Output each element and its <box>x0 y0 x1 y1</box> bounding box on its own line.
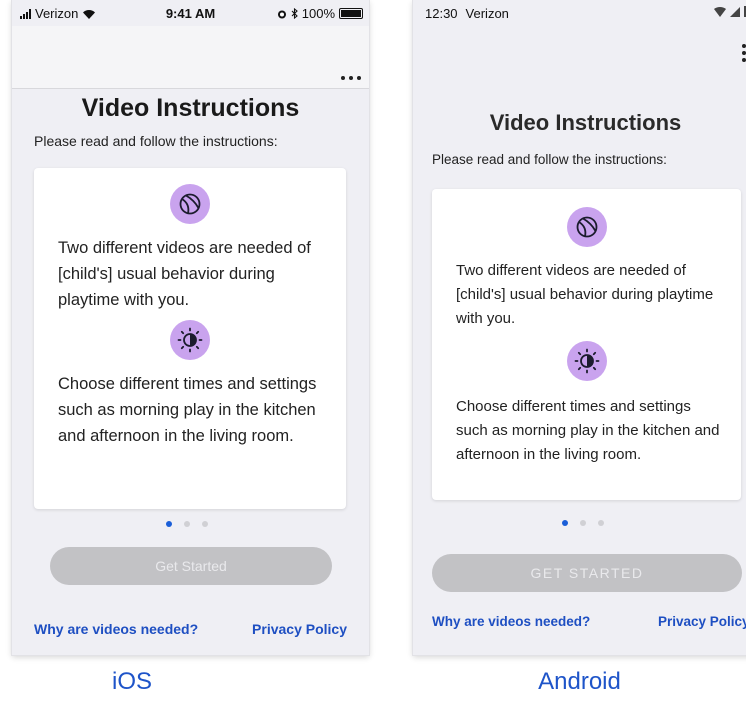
page-dot[interactable] <box>166 521 172 527</box>
page-indicator[interactable] <box>166 521 208 527</box>
wifi-icon <box>714 6 726 17</box>
bluetooth-icon <box>291 8 298 19</box>
instruction-text-1: Two different videos are needed of [chil… <box>456 262 714 327</box>
alarm-icon <box>277 10 286 18</box>
instructions-card: Two different videos are needed of [chil… <box>432 189 741 500</box>
instructions-card: Two different videos are needed of [chil… <box>34 168 346 509</box>
page-subtitle: Please read and follow the instructions: <box>432 152 667 167</box>
page-title: Video Instructions <box>489 110 682 135</box>
page-indicator[interactable] <box>562 520 604 526</box>
page-dot[interactable] <box>580 520 586 526</box>
why-videos-link[interactable]: Why are videos needed? <box>432 614 590 629</box>
instruction-text-1: Two different videos are needed of [chil… <box>58 239 311 309</box>
carrier-label: Verizon <box>465 6 509 21</box>
instruction-text-2: Choose different times and settings such… <box>58 375 317 445</box>
instruction-text-2: Choose different times and settings such… <box>456 398 720 463</box>
status-bar: 12:30 Verizon <box>413 0 746 26</box>
platform-label-android: Android <box>538 668 621 695</box>
ball-icon <box>567 207 607 247</box>
page-dot[interactable] <box>562 520 568 526</box>
ios-screen: Verizon 9:41 AM 100% Video Instructions … <box>12 0 369 655</box>
nav-bar <box>12 26 369 89</box>
day-night-icon <box>170 320 210 360</box>
more-options-icon[interactable] <box>742 44 746 62</box>
get-started-button[interactable]: Get Started <box>50 547 332 585</box>
battery-percent: 100% <box>301 6 335 21</box>
page-title: Video Instructions <box>81 94 300 122</box>
more-options-icon[interactable] <box>341 76 361 80</box>
battery-icon <box>339 8 363 19</box>
page-dot[interactable] <box>202 521 208 527</box>
privacy-policy-link[interactable]: Privacy Policy <box>658 614 746 629</box>
why-videos-link[interactable]: Why are videos needed? <box>34 621 198 637</box>
status-bar: Verizon 9:41 AM 100% <box>12 0 369 26</box>
get-started-button[interactable]: GET STARTED <box>432 554 742 592</box>
day-night-icon <box>567 341 607 381</box>
privacy-policy-link[interactable]: Privacy Policy <box>252 621 347 637</box>
page-dot[interactable] <box>184 521 190 527</box>
platform-label-ios: iOS <box>111 668 152 695</box>
page-subtitle: Please read and follow the instructions: <box>34 133 278 149</box>
signal-icon <box>730 6 740 17</box>
page-dot[interactable] <box>598 520 604 526</box>
ball-icon <box>170 184 210 224</box>
android-screen: 12:30 Verizon Video Instructions Please … <box>413 0 746 655</box>
clock: 12:30 <box>425 6 458 21</box>
